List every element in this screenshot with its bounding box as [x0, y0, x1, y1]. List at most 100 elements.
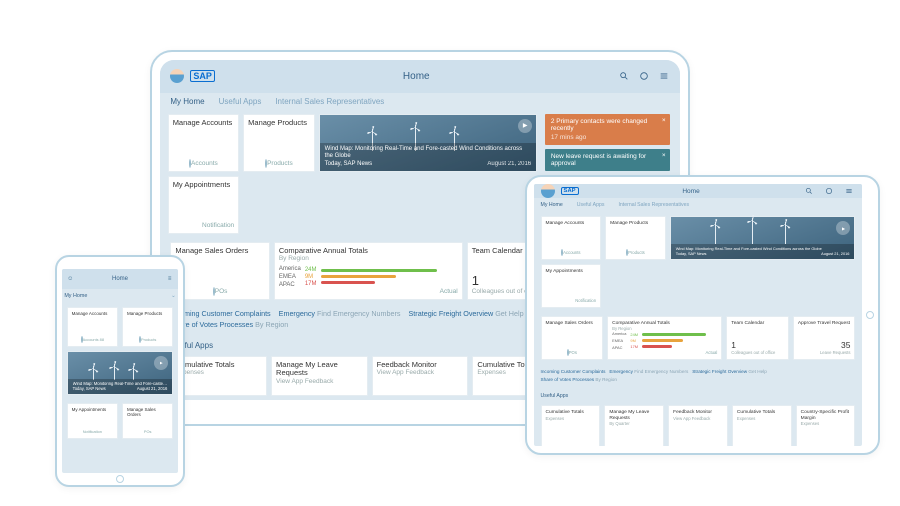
notification-leave-request[interactable]: New leave request is awaiting for approv… [545, 149, 670, 171]
menu-icon[interactable] [658, 70, 670, 82]
tile-manage-products[interactable]: Manage ProductsProducts [605, 216, 666, 260]
tile-manage-products[interactable]: Manage Products Products [243, 114, 314, 172]
search-icon[interactable] [618, 70, 630, 82]
section-useful-apps: Useful Apps [534, 387, 862, 401]
tile-manage-sales-orders[interactable]: Manage Sales OrdersPOs [122, 403, 173, 439]
tablet-frame: SAP Home My Home Useful Apps Internal Sa… [525, 175, 880, 455]
tile-feedback-monitor[interactable]: Feedback MonitorView App Feedback [668, 405, 728, 446]
page-title-dropdown[interactable]: Home [585, 188, 798, 195]
tile-manage-leave[interactable]: Manage My Leave RequestsBy Quarter [604, 405, 664, 446]
copilot-icon[interactable] [823, 185, 835, 197]
tablet-home-button[interactable] [866, 311, 874, 319]
user-avatar[interactable] [170, 69, 184, 83]
phone-frame: ☺ Home ≡ My Home ⌄ Manage AccountsAccoun… [55, 255, 185, 487]
tile-title: Manage Products [248, 119, 309, 127]
bar-value: 9M [305, 274, 317, 280]
tile-feedback-monitor[interactable]: Feedback MonitorView App Feedback [372, 356, 469, 396]
tile-my-appointments[interactable]: My AppointmentsNotification [67, 403, 118, 439]
close-icon[interactable]: × [662, 117, 666, 124]
notification-text: 2 Primary contacts were changed recently [551, 118, 647, 132]
anchor-tabs: My Home Useful Apps Internal Sales Repre… [160, 93, 680, 110]
top-bar: ☺ Home ≡ [62, 269, 178, 289]
top-bar: SAP Home [160, 60, 680, 93]
close-icon[interactable]: × [662, 152, 666, 159]
link-tiles-row: Incoming Customer Complaints Emergency F… [534, 364, 862, 387]
link-emergency[interactable]: Emergency [279, 309, 315, 318]
bar-chart [642, 333, 717, 348]
news-source: Today, SAP News [325, 161, 372, 168]
page-title-dropdown[interactable]: Home [82, 276, 157, 282]
notification-text: New leave request is awaiting for approv… [551, 153, 646, 167]
phone-home-button[interactable] [116, 475, 124, 483]
tile-news[interactable]: ▶ Wind Map: Monitoring Real-Time and For… [319, 114, 537, 172]
tile-my-appointments[interactable]: My Appointments Notification [168, 176, 239, 234]
tile-title: Comparative Annual Totals [279, 247, 458, 255]
tile-news[interactable]: ▶ Wind Map: Monitoring Real-Time and For… [670, 216, 856, 260]
tile-cumulative-totals[interactable]: Cumulative TotalsExpenses [541, 405, 601, 446]
tablet-screen: SAP Home My Home Useful Apps Internal Sa… [534, 184, 862, 446]
tile-title: My Appointments [173, 181, 234, 189]
link-votes[interactable]: Share of Votes Processes [541, 377, 595, 382]
tile-manage-accounts[interactable]: Manage AccountsAccounts [541, 216, 602, 260]
chevron-down-icon[interactable]: ⌄ [171, 293, 176, 299]
tab-useful-apps[interactable]: Useful Apps [577, 202, 605, 208]
link-votes-sub: By Region [255, 320, 288, 329]
play-icon[interactable]: ▶ [518, 119, 532, 133]
legend-item: America [279, 266, 301, 272]
tab-my-home[interactable]: My Home [541, 202, 563, 208]
app-phone: ☺ Home ≡ My Home ⌄ Manage AccountsAccoun… [62, 269, 178, 473]
bar-value: 24M [305, 267, 317, 273]
bar-chart [321, 269, 458, 284]
tab-my-home[interactable]: My Home [64, 293, 87, 299]
tile-profit-margin[interactable]: Country-Specific Profit MarginExpenses [796, 405, 856, 446]
tile-manage-sales-orders[interactable]: Manage Sales OrdersPOs [541, 316, 604, 360]
tile-title: Manage Accounts [173, 119, 234, 127]
link-complaints[interactable]: Incoming Customer Complaints [170, 309, 270, 318]
page-title-dropdown[interactable]: Home [221, 71, 612, 82]
menu-icon[interactable] [843, 185, 855, 197]
kpi-number: 1 [472, 273, 479, 288]
search-icon[interactable] [803, 185, 815, 197]
user-icon[interactable]: ☺ [64, 273, 76, 285]
tile-news[interactable]: ▶ Wind Map: Monitoring Real-Time and For… [67, 351, 174, 395]
anchor-tabs: My Home ⌄ [62, 289, 178, 303]
notification-time: 17 mins ago [551, 134, 664, 141]
tile-comparative-totals[interactable]: Comparative Annual TotalsBy Region Ameri… [607, 316, 722, 360]
app-tablet: SAP Home My Home Useful Apps Internal Sa… [534, 184, 862, 446]
user-avatar[interactable] [541, 184, 555, 198]
tab-my-home[interactable]: My Home [170, 97, 204, 106]
sap-logo: SAP [190, 70, 215, 82]
tile-manage-sales-orders[interactable]: Manage Sales Orders POs [170, 242, 269, 300]
tab-reps[interactable]: Internal Sales Representatives [275, 97, 384, 106]
sap-logo: SAP [561, 187, 579, 195]
tile-comparative-totals[interactable]: Comparative Annual Totals By Region Amer… [274, 242, 463, 300]
tile-approve-travel[interactable]: Approve Travel Request35Leave Requests [793, 316, 856, 360]
notification-contacts-changed[interactable]: 2 Primary contacts were changed recently… [545, 114, 670, 145]
anchor-tabs: My Home Useful Apps Internal Sales Repre… [534, 198, 862, 212]
news-headline: Wind Map: Monitoring Real-Time and Fore-… [325, 146, 531, 159]
news-date: August 21, 2016 [487, 161, 531, 168]
tile-team-calendar[interactable]: Team Calendar1Colleagues out of office [726, 316, 789, 360]
tile-my-appointments[interactable]: My AppointmentsNotification [541, 264, 602, 308]
tab-useful-apps[interactable]: Useful Apps [219, 97, 262, 106]
tile-manage-leave[interactable]: Manage My Leave RequestsView App Feedbac… [271, 356, 368, 396]
bar-value: 17M [305, 281, 317, 287]
copilot-icon[interactable] [638, 70, 650, 82]
link-emergency-sub: Find Emergency Numbers [317, 309, 401, 318]
legend-item: EMEA [279, 274, 301, 280]
phone-screen: ☺ Home ≡ My Home ⌄ Manage AccountsAccoun… [62, 269, 178, 473]
tile-subtitle: By Region [279, 255, 458, 262]
tile-manage-products[interactable]: Manage ProductsProducts [122, 307, 173, 347]
tab-reps[interactable]: Internal Sales Representatives [618, 202, 689, 208]
link-freight[interactable]: Strategic Freight Overview [409, 309, 494, 318]
link-emergency[interactable]: Emergency [609, 369, 633, 374]
tile-manage-accounts[interactable]: Manage AccountsAccounts 88 [67, 307, 118, 347]
link-freight-sub: Get Help [495, 309, 523, 318]
link-complaints[interactable]: Incoming Customer Complaints [541, 369, 606, 374]
tile-title: Manage Sales Orders [175, 247, 264, 255]
link-freight[interactable]: Strategic Freight Overview [692, 369, 747, 374]
menu-icon[interactable]: ≡ [164, 273, 176, 285]
tile-manage-accounts[interactable]: Manage Accounts Accounts [168, 114, 239, 172]
top-bar: SAP Home [534, 184, 862, 198]
tile-cumulative-totals-2[interactable]: Cumulative TotalsExpenses [732, 405, 792, 446]
